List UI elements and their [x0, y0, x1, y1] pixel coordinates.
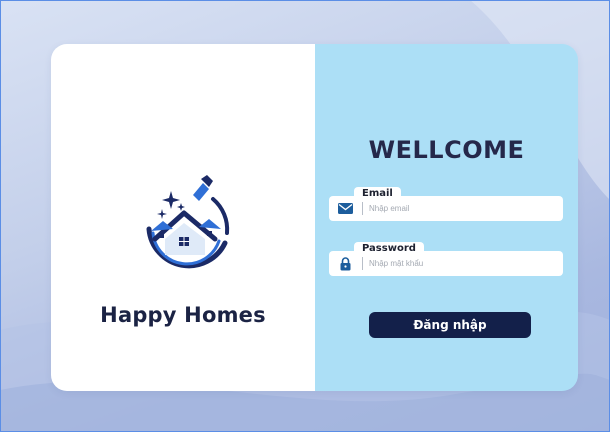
envelope-icon [337, 202, 353, 215]
password-input[interactable] [369, 254, 554, 273]
password-label: Password [354, 242, 424, 256]
login-button[interactable]: Đăng nhập [369, 312, 531, 338]
lock-icon [337, 256, 353, 270]
welcome-title: WELLCOME [368, 136, 525, 164]
email-field-separator [362, 202, 363, 215]
house-cleaning-logo-icon [146, 175, 230, 269]
email-field-group: Email [329, 187, 563, 221]
brand-panel: Happy Homes [51, 44, 315, 391]
email-label: Email [354, 187, 401, 201]
brand-name: Happy Homes [100, 303, 266, 327]
login-panel: WELLCOME Email [315, 44, 578, 391]
password-field-group: Password [329, 242, 563, 276]
password-field-separator [362, 257, 363, 270]
email-input[interactable] [369, 199, 554, 218]
login-card: Happy Homes WELLCOME Email [51, 44, 578, 391]
